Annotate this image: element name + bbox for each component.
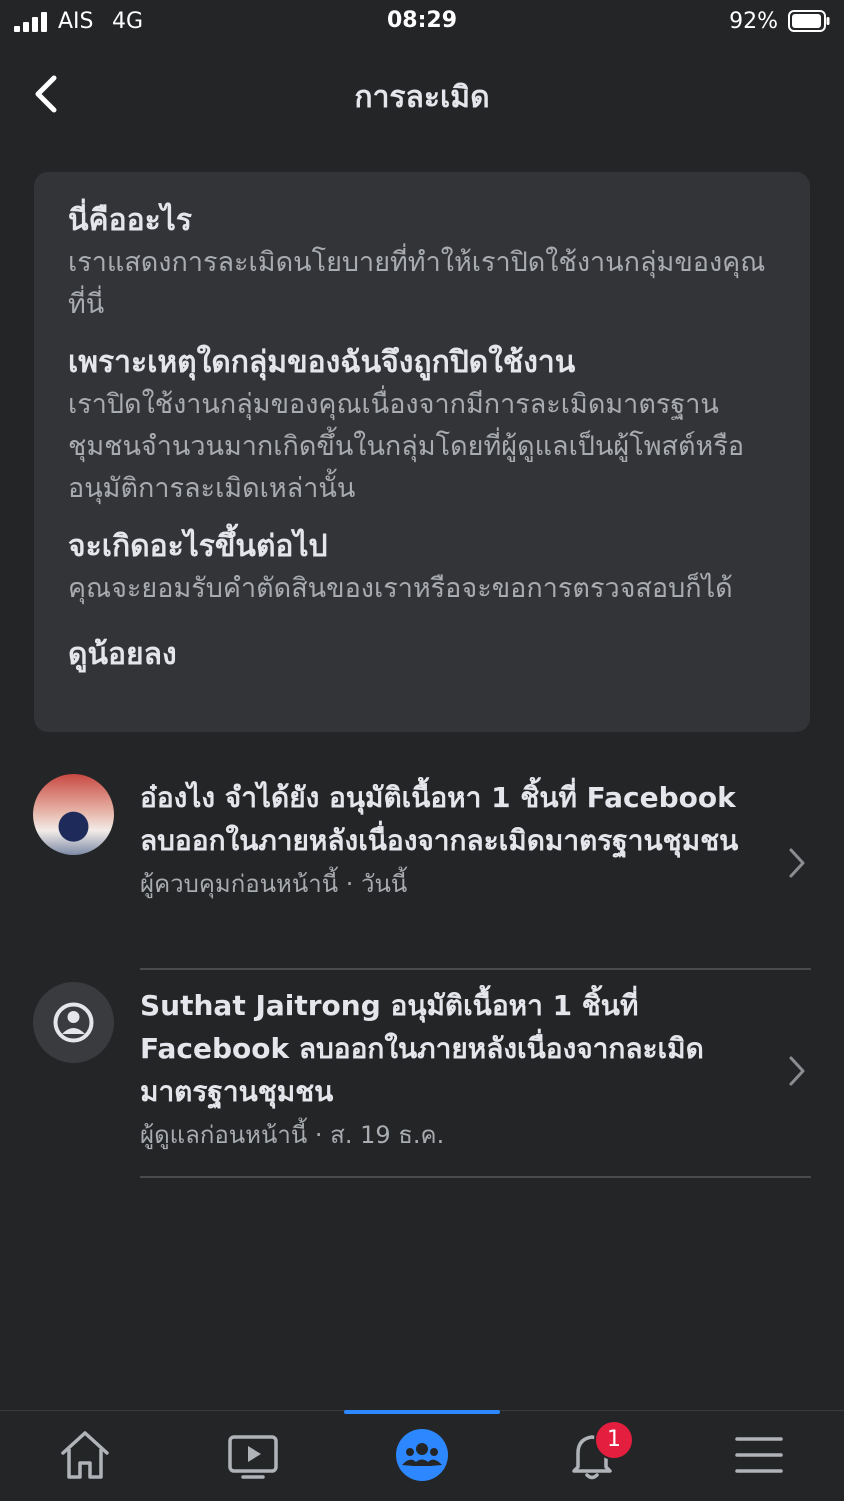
default-profile-icon bbox=[53, 1002, 94, 1043]
info-section-what-is-this: นี่คืออะไร เราแสดงการละเมิดนโยบายที่ทำให… bbox=[68, 200, 776, 326]
section-title: จะเกิดอะไรขึ้นต่อไป bbox=[68, 529, 328, 564]
list-item-title: อ๋องไง จำได้ยัง อนุมัติเนื้อหา 1 ชิ้นที่… bbox=[140, 781, 739, 857]
avatar bbox=[33, 774, 114, 855]
section-title: เพราะเหตุใดกลุ่มของฉันจึงถูกปิดใช้งาน bbox=[68, 345, 576, 380]
section-title: นี่คืออะไร bbox=[68, 203, 192, 238]
page-title: การละเมิด bbox=[354, 80, 490, 115]
list-item-meta: ผู้ควบคุมก่อนหน้านี้ · วันนี้ bbox=[140, 870, 408, 898]
bottom-tab-bar bbox=[0, 1410, 844, 1501]
groups-icon bbox=[396, 1429, 448, 1481]
notifications-badge: 1 bbox=[594, 1420, 634, 1460]
video-icon bbox=[228, 1435, 278, 1479]
active-tab-indicator bbox=[344, 1410, 500, 1414]
avatar bbox=[33, 982, 114, 1063]
chevron-right-icon bbox=[789, 848, 805, 878]
section-body: คุณจะยอมรับคำตัดสินของเราหรือจะขอการตรวจ… bbox=[68, 573, 733, 604]
top-app-bar: การละเมิด bbox=[0, 44, 844, 144]
list-item-title: Suthat Jaitrong อนุมัติเนื้อหา 1 ชิ้นที่… bbox=[140, 989, 704, 1108]
tab-groups[interactable] bbox=[392, 1425, 452, 1485]
violation-info-card: นี่คืออะไร เราแสดงการละเมิดนโยบายที่ทำให… bbox=[34, 172, 810, 732]
see-less-button[interactable]: ดูน้อยลง bbox=[68, 634, 776, 676]
menu-icon bbox=[735, 1437, 783, 1473]
divider bbox=[140, 1176, 811, 1178]
battery-percentage: 92% bbox=[729, 9, 778, 34]
section-body: เราแสดงการละเมิดนโยบายที่ทำให้เราปิดใช้ง… bbox=[68, 247, 766, 320]
violation-list: อ๋องไง จำได้ยัง อนุมัติเนื้อหา 1 ชิ้นที่… bbox=[0, 762, 844, 1178]
info-section-what-next: จะเกิดอะไรขึ้นต่อไป คุณจะยอมรับคำตัดสินข… bbox=[68, 526, 776, 610]
tab-video[interactable] bbox=[223, 1425, 283, 1485]
status-time: 08:29 bbox=[386, 8, 458, 33]
list-item-text: อ๋องไง จำได้ยัง อนุมัติเนื้อหา 1 ชิ้นที่… bbox=[140, 776, 760, 902]
tab-menu[interactable] bbox=[729, 1425, 789, 1485]
list-item[interactable]: อ๋องไง จำได้ยัง อนุมัติเนื้อหา 1 ชิ้นที่… bbox=[0, 762, 844, 970]
battery-icon bbox=[788, 10, 830, 32]
section-body: เราปิดใช้งานกลุ่มของคุณเนื่องจากมีการละเ… bbox=[68, 389, 745, 504]
home-icon bbox=[61, 1431, 109, 1479]
tab-home[interactable] bbox=[55, 1425, 115, 1485]
list-item-meta: ผู้ดูแลก่อนหน้านี้ · ส. 19 ธ.ค. bbox=[140, 1121, 445, 1149]
list-item[interactable]: Suthat Jaitrong อนุมัติเนื้อหา 1 ชิ้นที่… bbox=[0, 970, 844, 1178]
list-item-text: Suthat Jaitrong อนุมัติเนื้อหา 1 ชิ้นที่… bbox=[140, 984, 760, 1153]
info-section-why-disabled: เพราะเหตุใดกลุ่มของฉันจึงถูกปิดใช้งาน เร… bbox=[68, 342, 776, 510]
chevron-right-icon bbox=[789, 1056, 805, 1086]
status-bar: AIS 4G 08:29 92% bbox=[0, 0, 844, 44]
